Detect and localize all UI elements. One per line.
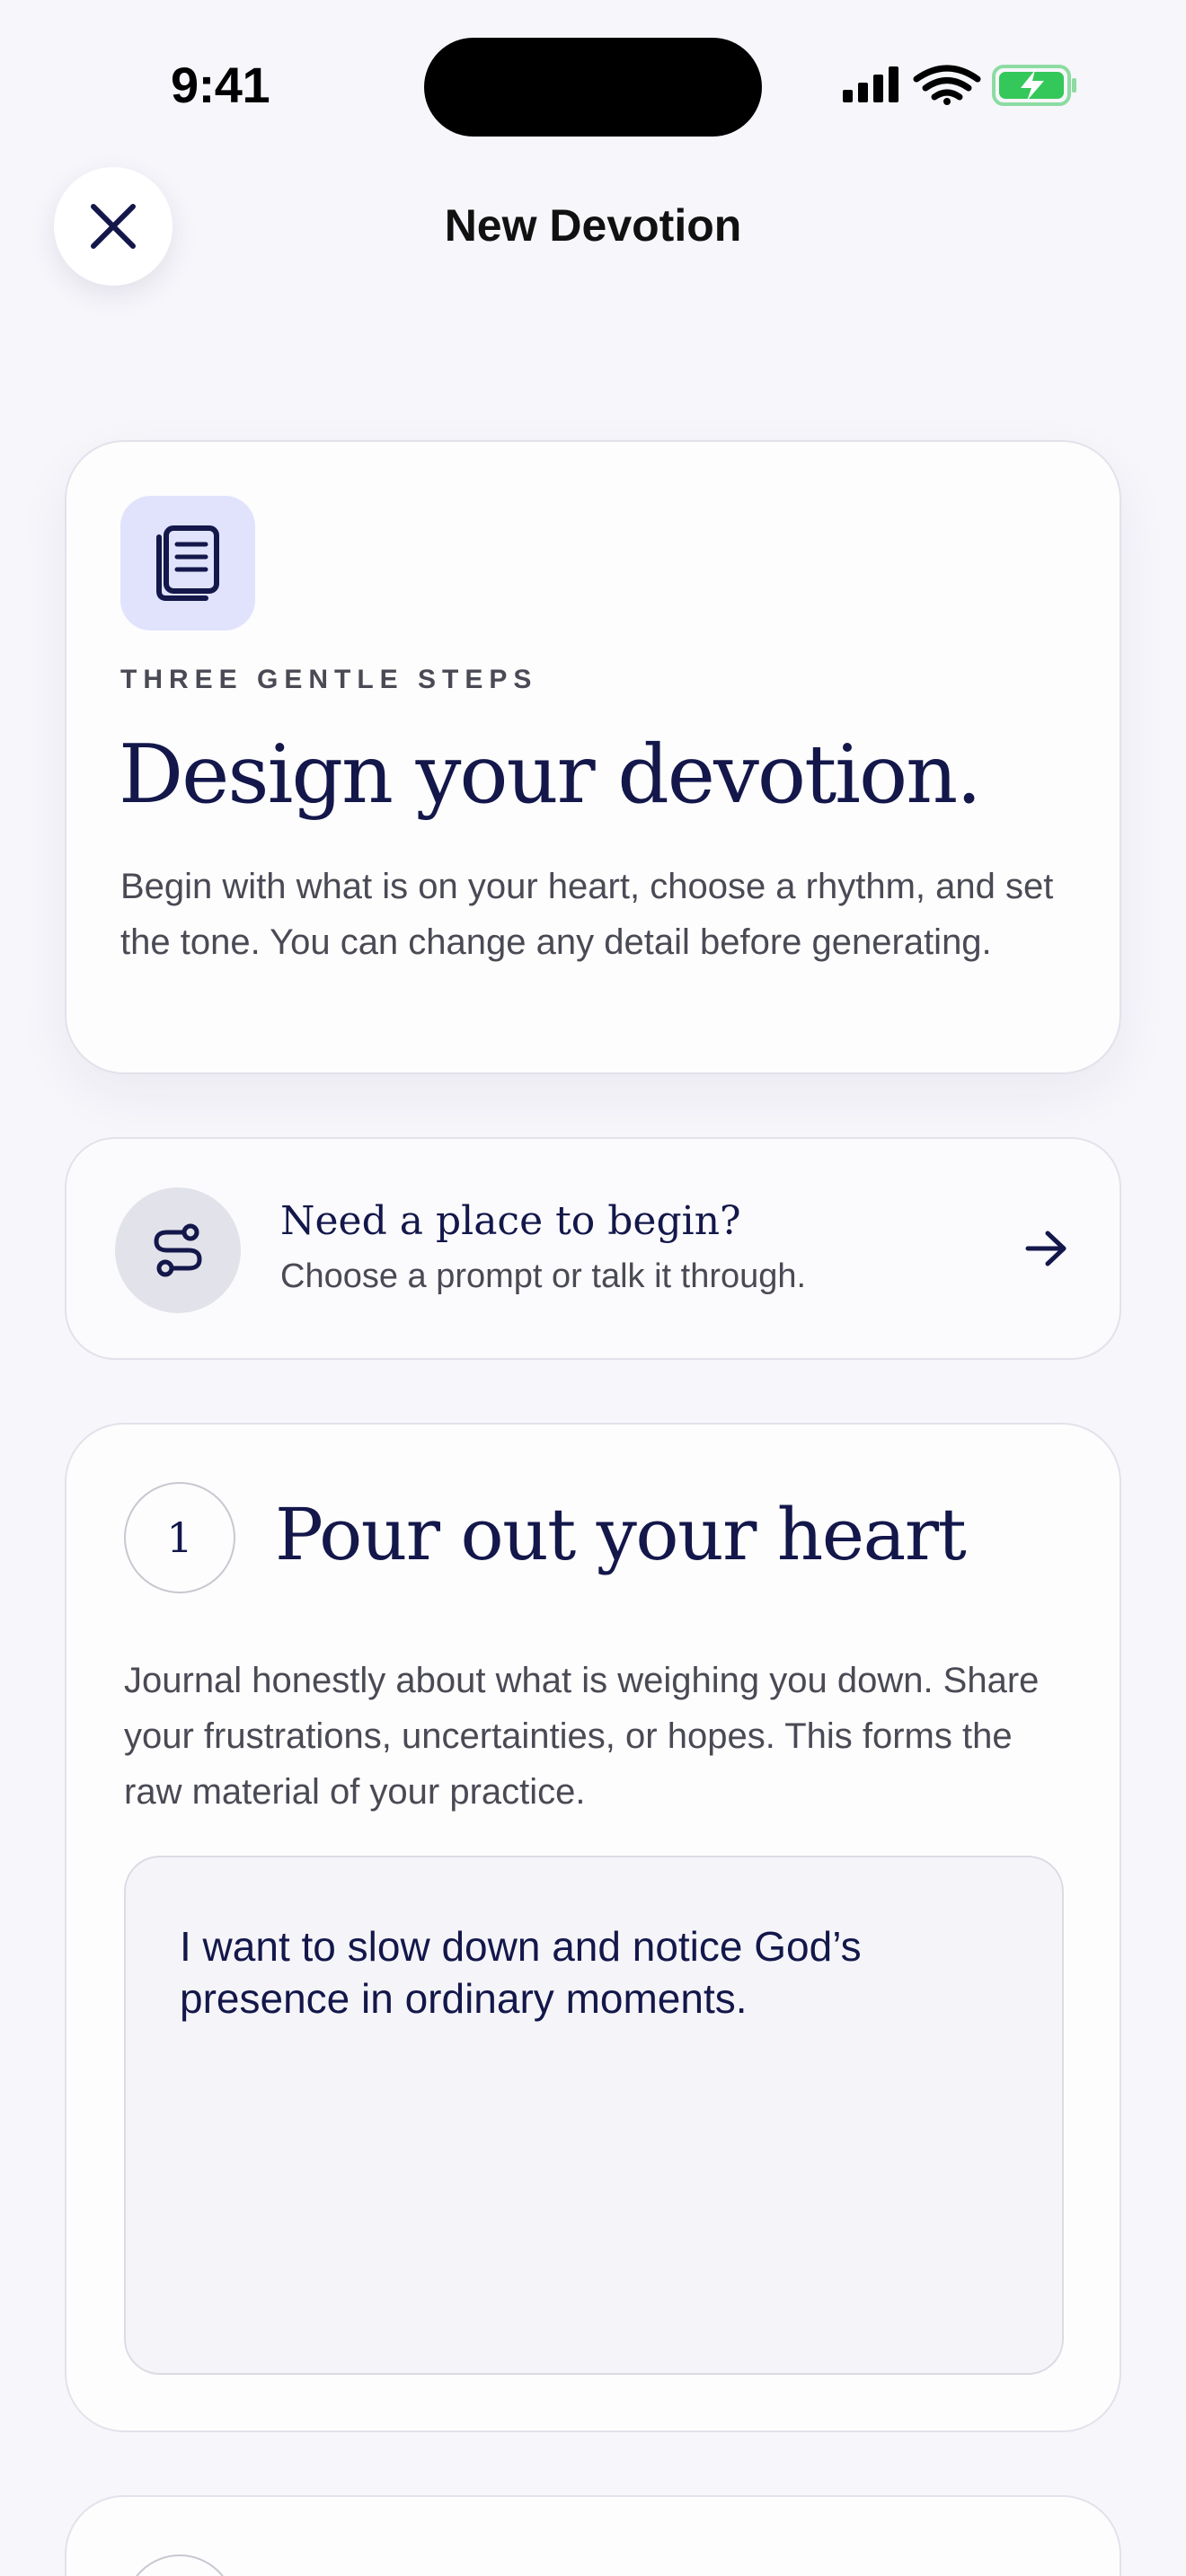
step-description: Journal honestly about what is weighing … bbox=[124, 1661, 1040, 1812]
prompt-icon-circle bbox=[115, 1187, 241, 1313]
status-icons bbox=[839, 63, 1082, 108]
prompt-title: Need a place to begin? bbox=[280, 1198, 741, 1244]
wifi-dot bbox=[943, 98, 951, 105]
prompt-helper-card[interactable]: Need a place to begin? Choose a prompt o… bbox=[65, 1137, 1121, 1360]
dynamic-island bbox=[424, 38, 762, 137]
step-number-badge bbox=[124, 2554, 235, 2576]
intro-icon-tile bbox=[120, 496, 255, 631]
cellular-signal-icon bbox=[843, 66, 898, 102]
intro-card: THREE GENTLE STEPS Design your devotion.… bbox=[65, 440, 1121, 1074]
journal-textarea[interactable]: I want to slow down and notice God’s pre… bbox=[124, 1856, 1064, 2375]
intro-eyebrow: THREE GENTLE STEPS bbox=[120, 665, 538, 694]
document-stack-icon bbox=[156, 525, 219, 601]
page-title: New Devotion bbox=[444, 200, 742, 251]
battery-charging-icon bbox=[992, 65, 1076, 106]
intro-description: Begin with what is on your heart, choose… bbox=[120, 867, 1054, 962]
step-number-badge: 1 bbox=[124, 1482, 235, 1593]
step-1-card: 1 Pour out your heart Journal honestly a… bbox=[65, 1423, 1121, 2432]
path-icon bbox=[154, 1223, 202, 1277]
intro-title: Design your devotion. bbox=[119, 728, 982, 822]
step-title: Pour out your heart bbox=[275, 1493, 967, 1576]
arrow-right-icon bbox=[1025, 1231, 1067, 1266]
prompt-subtitle: Choose a prompt or talk it through. bbox=[280, 1257, 807, 1295]
wifi-icon bbox=[913, 65, 981, 101]
step-2-card bbox=[65, 2495, 1121, 2576]
new-devotion-screen: 9:41 New Devotion THREE GENTLE STEPS Des… bbox=[0, 0, 1186, 2576]
status-time: 9:41 bbox=[171, 57, 270, 113]
